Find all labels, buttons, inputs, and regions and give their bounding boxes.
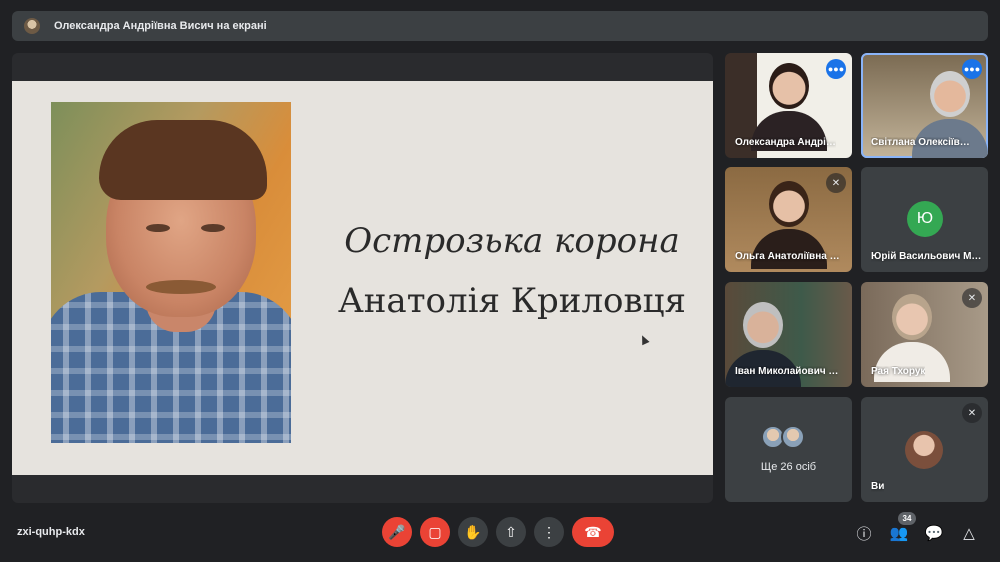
participant-name: Рая Тхорук [871,366,926,377]
participant-name: Ви [871,481,885,492]
camera-off-icon: ▢ [428,523,442,540]
chat-icon: 💬 [924,525,944,542]
camera-toggle-button[interactable]: ▢ [420,517,450,547]
more-options-button[interactable]: ⋮ [534,517,564,547]
more-participants-avatars [761,425,805,449]
participant-name: Олександра Андрі… [735,137,836,148]
presentation-slide: Острозька корона Анатолія Криловця [12,81,713,475]
participant-name: Юрій Васильович М… [871,251,982,262]
meeting-code: zxi-quhp-kdx [17,526,85,538]
more-participants-label: Ще 26 осіб [760,461,817,473]
participant-tile[interactable]: Іван Миколайович … [725,282,852,387]
participant-name: Іван Миколайович … [735,366,839,377]
raise-hand-icon: ✋ [464,523,482,540]
chat-button[interactable]: 💬 [923,522,945,544]
main-stage: Острозька корона Анатолія Криловця [12,53,713,503]
mic-off-icon: ✕ [962,288,982,308]
avatar: Ю [907,201,943,237]
mic-toggle-button[interactable]: 🎤 [382,517,412,547]
presenting-banner: Олександра Андріївна Висич на екрані [12,11,988,41]
activities-icon: △ [963,525,975,542]
more-options-icon: ⋮ [542,523,556,540]
presenter-avatar [24,18,40,34]
mic-off-icon: ✕ [826,173,846,193]
participant-tile[interactable]: ✕ Рая Тхорук [861,282,988,387]
mouse-cursor-icon [638,333,650,346]
avatar [905,431,943,469]
participant-tile-active[interactable]: ●●● Світлана Олексіїв… [861,53,988,158]
slide-portrait-photo [51,102,291,443]
people-icon: 👥 [889,525,909,542]
participant-name: Світлана Олексіїв… [871,137,970,148]
more-participants-tile[interactable]: Ще 26 осіб [725,397,852,502]
mic-off-icon: ✕ [962,403,982,423]
present-button[interactable]: ⇧ [496,517,526,547]
hang-up-icon: ☎ [584,523,602,540]
self-tile[interactable]: ✕ Ви [861,397,988,502]
speaking-icon: ●●● [962,59,982,79]
slide-title-line-2: Анатолія Криловця [338,281,686,321]
raise-hand-button[interactable]: ✋ [458,517,488,547]
people-button[interactable]: 👥 [888,522,910,544]
info-icon: ⓘ [856,525,872,543]
slide-title-line-1: Острозька корона [344,221,680,261]
meeting-info-button[interactable]: ⓘ [853,522,875,544]
hang-up-button[interactable]: ☎ [572,517,614,547]
participant-tile[interactable]: Ю Юрій Васильович М… [861,167,988,272]
speaking-icon: ●●● [826,59,846,79]
mic-off-icon: 🎤 [388,523,406,540]
participant-tile[interactable]: ✕ Ольга Анатоліївна … [725,167,852,272]
participant-name: Ольга Анатоліївна … [735,251,840,262]
present-icon: ⇧ [505,523,517,540]
participant-tile[interactable]: ●●● Олександра Андрі… [725,53,852,158]
activities-button[interactable]: △ [958,522,980,544]
participant-count-badge: 34 [898,512,916,525]
presenting-text: Олександра Андріївна Висич на екрані [54,20,267,32]
